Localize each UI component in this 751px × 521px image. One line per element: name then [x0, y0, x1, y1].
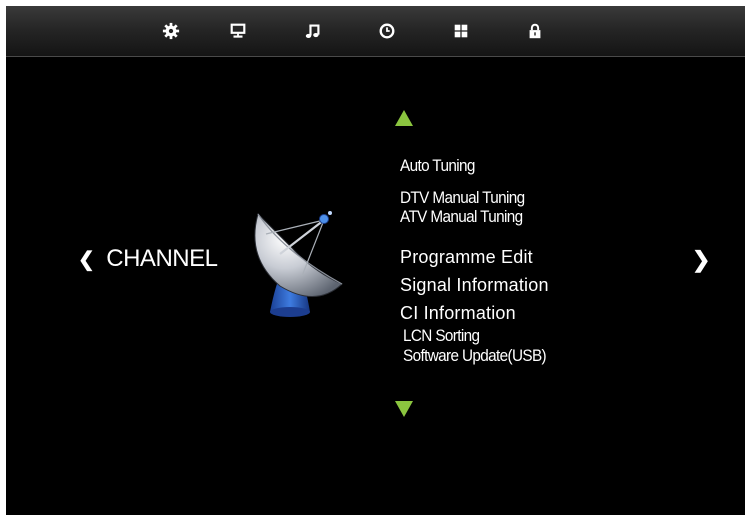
menu-item-programme-edit[interactable]: Programme Edit [400, 247, 533, 268]
menu-item-dtv-manual-tuning[interactable]: DTV Manual Tuning [400, 188, 525, 208]
menu-title-channel[interactable]: ❮ CHANNEL [78, 245, 218, 273]
menu-item-software-update[interactable]: Software Update(USB) [403, 346, 547, 366]
gear-icon[interactable] [162, 22, 180, 40]
menu-item-ci-information[interactable]: CI Information [400, 303, 516, 324]
monitor-icon[interactable] [229, 22, 247, 40]
tv-screen: ❮ CHANNEL Auto Tuning DTV Manual Tuning … [6, 6, 745, 515]
chevron-left-icon[interactable]: ❮ [78, 247, 95, 272]
scroll-down-arrow-icon[interactable] [394, 400, 414, 423]
chevron-right-icon[interactable]: ❯ [692, 247, 710, 273]
grid-icon[interactable] [452, 22, 470, 40]
scroll-up-arrow-icon[interactable] [394, 109, 414, 132]
lock-icon[interactable] [526, 22, 544, 40]
satellite-dish-icon [244, 202, 350, 322]
top-menu-bar [6, 6, 745, 57]
menu-item-auto-tuning[interactable]: Auto Tuning [400, 156, 475, 176]
music-note-icon[interactable] [304, 22, 322, 40]
clock-icon[interactable] [378, 22, 396, 40]
menu-item-signal-information[interactable]: Signal Information [400, 275, 549, 296]
menu-item-lcn-sorting[interactable]: LCN Sorting [403, 326, 480, 346]
page-title: CHANNEL [106, 245, 218, 272]
menu-item-atv-manual-tuning[interactable]: ATV Manual Tuning [400, 207, 523, 227]
